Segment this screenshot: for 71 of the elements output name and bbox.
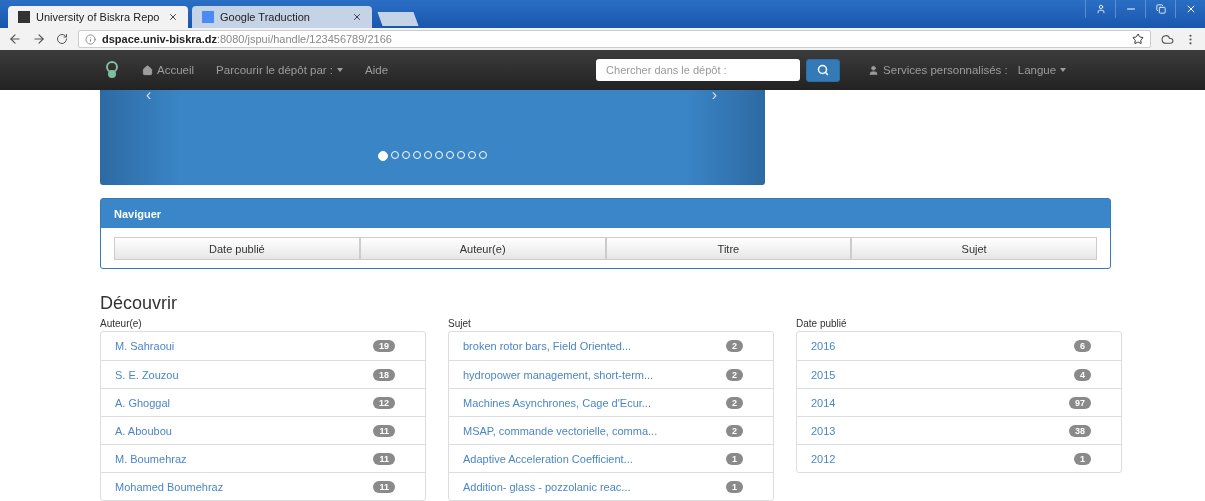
facet-link[interactable]: S. E. Zouzou bbox=[115, 368, 179, 381]
info-icon[interactable] bbox=[85, 33, 96, 45]
facet-link[interactable]: A. Ghoggal bbox=[115, 396, 171, 409]
close-icon[interactable] bbox=[352, 12, 362, 22]
facet-link[interactable]: A. Aboubou bbox=[115, 424, 172, 437]
address-field[interactable]: dspace.univ-biskra.dz:8080/jspui/handle/123456789/2166 bbox=[78, 30, 1151, 48]
back-icon[interactable] bbox=[8, 32, 22, 46]
count-badge: 97 bbox=[1069, 396, 1091, 409]
user-icon bbox=[868, 64, 880, 76]
facet-link[interactable]: M. Boumehraz bbox=[115, 452, 187, 465]
facet-link[interactable]: 2014 bbox=[811, 396, 836, 409]
nav-link[interactable]: Services personnalisés : bbox=[868, 64, 1008, 76]
star-icon[interactable] bbox=[1132, 33, 1144, 45]
facet-title: Auteur(e) bbox=[100, 318, 143, 329]
browse-button[interactable]: Auteur(e) bbox=[359, 237, 606, 260]
previous-arrow[interactable]: ‹ bbox=[146, 86, 152, 104]
facet-link[interactable]: Adaptive Acceleration Coefficient... bbox=[463, 452, 633, 465]
favicon-icon bbox=[18, 11, 30, 23]
count-badge: 2 bbox=[726, 340, 743, 352]
forward-icon[interactable] bbox=[32, 32, 46, 46]
logo-icon[interactable] bbox=[104, 61, 120, 79]
facet-link[interactable]: Addition- glass - pozzolanic reac... bbox=[463, 480, 631, 493]
count-badge: 4 bbox=[1074, 368, 1091, 381]
nav-link[interactable]: Accueil bbox=[142, 64, 195, 76]
count-badge: 19 bbox=[373, 340, 395, 352]
reload-icon[interactable] bbox=[56, 33, 68, 45]
browser-tab[interactable]: Google Traduction bbox=[192, 6, 372, 28]
browse-button[interactable]: Sujet bbox=[851, 237, 1097, 260]
search-icon bbox=[817, 64, 830, 76]
facet-link[interactable]: broken rotor bars, Field Oriented... bbox=[463, 340, 632, 352]
nav-link[interactable]: Parcourir le dépôt par : bbox=[216, 64, 344, 76]
count-badge: 6 bbox=[1074, 340, 1091, 352]
nav-link[interactable]: Aide bbox=[365, 64, 389, 76]
count-badge: 2 bbox=[726, 424, 743, 437]
search-button[interactable] bbox=[806, 58, 841, 82]
close-icon[interactable] bbox=[168, 12, 178, 22]
facet-link[interactable]: 2013 bbox=[811, 424, 836, 437]
count-badge: 1 bbox=[1074, 452, 1091, 465]
browser-tab[interactable]: University of Biskra Repo bbox=[8, 6, 188, 28]
extension-icon[interactable] bbox=[1161, 32, 1174, 46]
new-tab-button[interactable] bbox=[377, 12, 419, 26]
facet-link[interactable]: Mohamed Boumehraz bbox=[115, 480, 224, 493]
facet-title: Sujet bbox=[448, 318, 472, 329]
count-badge: 2 bbox=[726, 368, 743, 381]
favicon-icon bbox=[202, 11, 214, 23]
count-badge: 1 bbox=[726, 452, 743, 465]
search-field[interactable]: Chercher dans le dépôt : bbox=[596, 59, 801, 81]
browse-button[interactable]: Titre bbox=[605, 237, 852, 260]
count-badge: 1 bbox=[726, 480, 743, 493]
facet-link[interactable]: MSAP, commande vectorielle, comma... bbox=[463, 424, 658, 437]
count-badge: 18 bbox=[373, 368, 395, 381]
facet-link[interactable]: Machines Asynchrones, Cage d'Ecur... bbox=[463, 396, 651, 409]
next-arrow[interactable]: › bbox=[711, 86, 717, 104]
count-badge: 11 bbox=[373, 452, 395, 465]
facet-link[interactable]: 2016 bbox=[811, 340, 836, 352]
panel-title: Naviguer bbox=[101, 199, 1110, 228]
nav-link[interactable]: Langue bbox=[1017, 64, 1067, 76]
count-badge: 12 bbox=[373, 396, 395, 409]
count-badge: 38 bbox=[1069, 424, 1091, 437]
home-icon bbox=[142, 64, 153, 76]
carousel-dot[interactable] bbox=[378, 151, 388, 161]
count-badge: 11 bbox=[373, 480, 395, 493]
count-badge: 11 bbox=[373, 424, 395, 437]
section-title: Découvrir bbox=[100, 293, 179, 314]
facet-link[interactable]: 2012 bbox=[811, 452, 836, 465]
facet-title: Date publié bbox=[796, 318, 848, 329]
facet-link[interactable]: hydropower management, short-term... bbox=[463, 368, 654, 381]
facet-link[interactable]: M. Sahraoui bbox=[115, 340, 175, 352]
browse-button[interactable]: Date publié bbox=[114, 237, 360, 260]
facet-link[interactable]: 2015 bbox=[811, 368, 836, 381]
count-badge: 2 bbox=[726, 396, 743, 409]
